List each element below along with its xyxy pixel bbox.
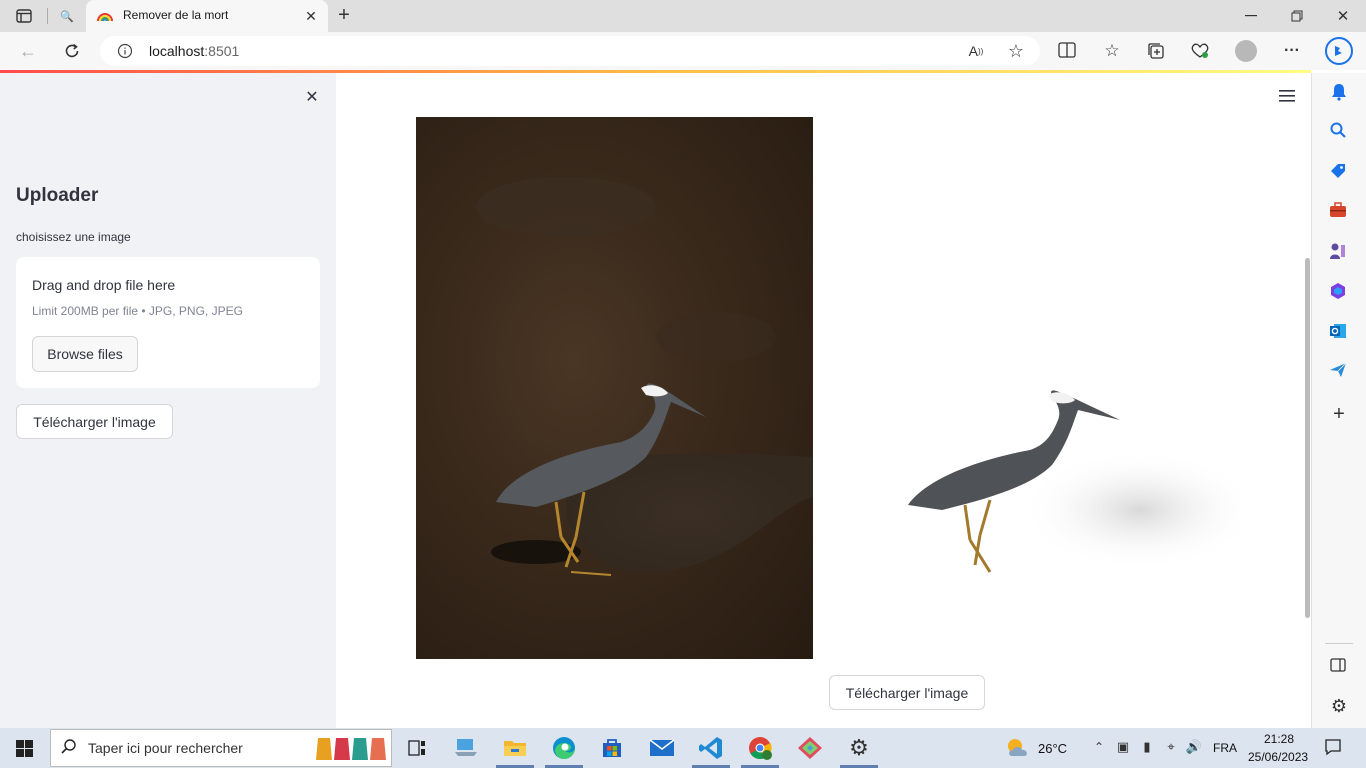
original-image [416,117,813,659]
gitkraken-icon[interactable] [797,736,823,760]
close-window-icon[interactable]: ✕ [1332,5,1354,27]
weather-icon[interactable] [1004,736,1032,760]
microsoft-store-icon[interactable] [600,736,626,760]
sidebar-download-button[interactable]: Télécharger l'image [16,404,173,439]
more-options-icon[interactable]: ··· [1281,40,1303,62]
restore-icon[interactable] [1286,6,1308,26]
browse-files-button[interactable]: Browse files [32,336,138,372]
taskbar-search-icon [60,738,80,758]
page-scrollbar[interactable] [1305,258,1310,618]
hide-sidebar-icon[interactable] [1330,658,1348,674]
dropzone-text: Drag and drop file here [32,277,176,293]
windows-start-icon[interactable] [16,740,34,758]
read-aloud-icon[interactable]: A)) [965,41,987,61]
language-indicator[interactable]: FRA [1213,741,1237,755]
search-sidebar-icon[interactable] [1329,121,1349,141]
bing-copilot-icon[interactable] [1324,36,1354,66]
hamburger-menu-icon[interactable] [1279,89,1295,103]
sidebar-divider [1325,643,1353,644]
search-tab-icon[interactable]: 🔍 [56,6,78,26]
wifi-icon[interactable]: ⌖ [1162,738,1180,756]
new-tab-icon[interactable]: + [333,4,355,26]
processed-image [880,360,1260,590]
clock-date: 25/06/2023 [1248,750,1309,764]
app-sidebar [0,73,336,728]
send-icon[interactable] [1329,362,1349,382]
favorites-icon[interactable]: ☆ [1101,40,1123,62]
add-sidebar-icon[interactable]: + [1329,403,1349,425]
url-text: localhost:8501 [149,43,239,59]
tab-title: Remover de la mort [123,8,229,22]
dropzone-limit: Limit 200MB per file • JPG, PNG, JPEG [32,304,243,318]
back-icon[interactable]: ← [16,40,40,62]
tab-actions-icon[interactable] [14,6,34,26]
mail-icon[interactable] [649,738,677,758]
outlook-icon[interactable] [1329,322,1349,342]
rainbow-favicon-icon [96,7,114,25]
file-explorer-icon[interactable] [502,737,528,759]
meet-now-icon[interactable]: ▣ [1114,738,1132,756]
address-bar[interactable] [100,36,1040,66]
edge-browser-icon[interactable] [551,735,579,761]
notifications-bell-icon[interactable] [1329,82,1349,102]
tab-divider [47,8,48,24]
task-view-icon[interactable] [406,737,428,759]
close-sidebar-icon[interactable]: ✕ [302,87,322,107]
search-highlight-icon[interactable] [315,734,390,762]
refresh-icon[interactable] [61,40,83,62]
volume-icon[interactable]: 🔊 [1185,738,1203,756]
chevron-up-icon[interactable]: ⌃ [1090,738,1108,756]
minimize-icon[interactable] [1240,6,1262,26]
this-pc-icon[interactable] [453,736,479,760]
close-tab-icon[interactable]: ✕ [301,6,321,26]
games-icon[interactable] [1329,242,1349,262]
vscode-icon[interactable] [698,735,724,761]
browser-essentials-icon[interactable] [1190,41,1212,61]
main-download-button[interactable]: Télécharger l'image [829,675,985,710]
weather-temperature: 26°C [1038,741,1068,756]
settings-gear-icon[interactable]: ⚙ [1328,695,1350,717]
profile-avatar[interactable] [1235,40,1257,62]
collections-icon[interactable] [1146,41,1166,61]
clock-time: 21:28 [1264,732,1295,746]
taskbar-search-placeholder: Taper ici pour rechercher [88,740,243,756]
microsoft365-icon[interactable] [1329,282,1349,302]
settings-app-icon[interactable]: ⚙ [846,735,872,760]
sidebar-title: Uploader [16,185,99,206]
tools-briefcase-icon[interactable] [1329,202,1349,222]
favorite-star-icon[interactable]: ☆ [1005,40,1027,62]
split-screen-icon[interactable] [1058,42,1078,60]
info-icon[interactable] [117,43,133,59]
battery-icon[interactable]: ▮ [1138,738,1156,756]
notification-center-icon[interactable] [1324,738,1344,758]
chrome-icon[interactable] [747,735,775,763]
shopping-tag-icon[interactable] [1329,162,1349,182]
url-port: :8501 [204,43,240,59]
upload-label: choisissez une image [16,230,131,244]
url-host: localhost [149,43,205,59]
